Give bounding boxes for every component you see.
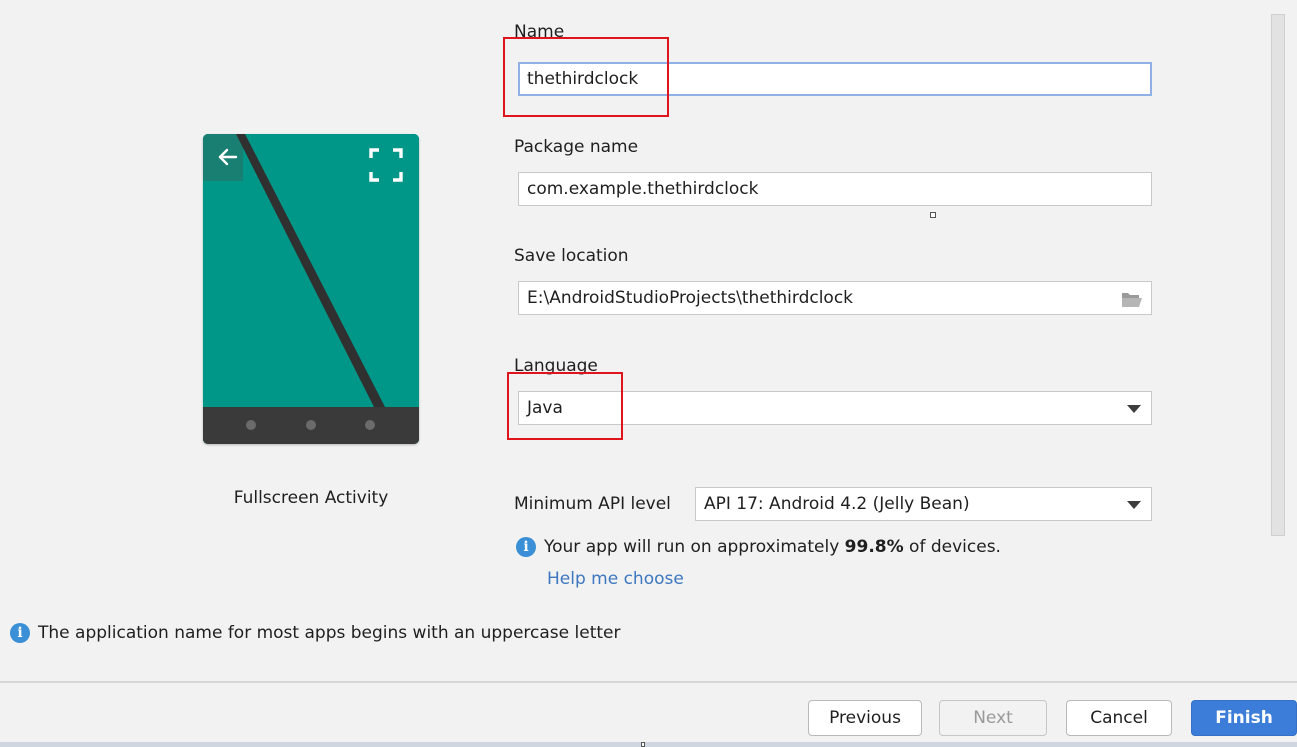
save-location-value: E:\AndroidStudioProjects\thethirdclock xyxy=(527,288,854,308)
save-location-field[interactable]: E:\AndroidStudioProjects\thethirdclock xyxy=(518,281,1152,315)
name-input[interactable] xyxy=(518,62,1152,96)
language-value: Java xyxy=(527,398,563,418)
package-name-input[interactable] xyxy=(518,172,1152,206)
package-name-label: Package name xyxy=(514,137,639,157)
info-icon: i xyxy=(10,623,30,643)
vertical-scrollbar[interactable] xyxy=(1271,14,1285,536)
coverage-text: Your app will run on approximately 99.8%… xyxy=(544,537,1001,557)
info-icon: i xyxy=(516,537,536,557)
activity-name: Fullscreen Activity xyxy=(233,488,389,508)
next-button[interactable]: Next xyxy=(939,700,1047,736)
nav-dot-icon xyxy=(246,420,256,430)
resize-handle xyxy=(930,212,936,218)
save-location-label: Save location xyxy=(514,246,629,266)
resize-handle xyxy=(641,742,645,747)
fullscreen-preview-illustration xyxy=(203,134,419,444)
activity-preview xyxy=(203,134,419,444)
previous-button[interactable]: Previous xyxy=(808,700,922,736)
folder-open-icon[interactable] xyxy=(1121,290,1143,308)
chevron-down-icon xyxy=(1127,405,1141,413)
finish-button[interactable]: Finish xyxy=(1191,700,1297,736)
validation-message: The application name for most apps begin… xyxy=(38,623,621,643)
name-label: Name xyxy=(514,22,565,42)
help-me-choose-link[interactable]: Help me choose xyxy=(547,569,684,589)
min-api-label: Minimum API level xyxy=(514,494,671,514)
coverage-percent: 99.8% xyxy=(844,537,904,557)
nav-dot-icon xyxy=(306,420,316,430)
language-select[interactable]: Java xyxy=(518,391,1152,425)
min-api-select[interactable]: API 17: Android 4.2 (Jelly Bean) xyxy=(695,487,1152,521)
chevron-down-icon xyxy=(1127,501,1141,509)
nav-dot-icon xyxy=(365,420,375,430)
min-api-value: API 17: Android 4.2 (Jelly Bean) xyxy=(704,494,970,514)
language-label: Language xyxy=(514,356,598,376)
window-bottom-edge xyxy=(0,742,1297,747)
footer-divider xyxy=(0,681,1297,683)
cancel-button[interactable]: Cancel xyxy=(1066,700,1172,736)
